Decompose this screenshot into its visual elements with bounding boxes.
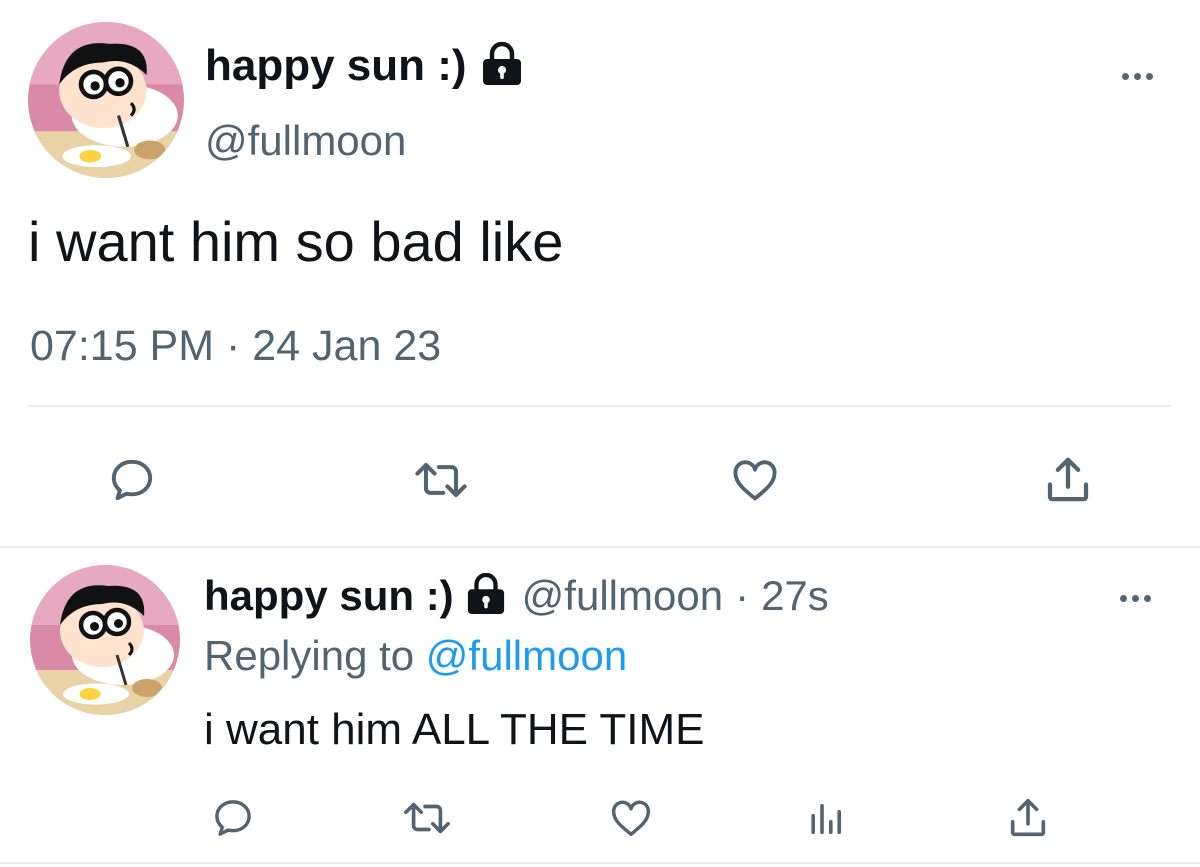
reply-avatar[interactable] xyxy=(30,565,180,715)
tweet-age[interactable]: 27s xyxy=(761,572,829,620)
retweet-icon xyxy=(404,802,450,834)
analytics-button[interactable] xyxy=(800,790,850,846)
author-handle[interactable]: @fullmoon xyxy=(522,572,723,620)
share-button[interactable] xyxy=(1035,448,1101,512)
avatar-image xyxy=(28,22,184,178)
author-row: happy sun :) xyxy=(205,38,523,94)
reply-author-row: happy sun :) @fullmoon · 27s xyxy=(204,570,829,622)
divider xyxy=(0,862,1200,864)
avatar[interactable] xyxy=(28,22,184,178)
divider xyxy=(0,546,1200,548)
reply-button[interactable] xyxy=(100,448,164,512)
replying-prefix: Replying to xyxy=(204,632,415,679)
replying-handle-link[interactable]: @fullmoon xyxy=(426,632,627,679)
separator-dot: · xyxy=(735,572,750,619)
reply-button[interactable] xyxy=(205,790,261,846)
share-button[interactable] xyxy=(1000,790,1056,846)
replying-to: Replying to @fullmoon xyxy=(204,630,627,682)
more-dots-icon[interactable] xyxy=(1122,66,1153,86)
avatar-image xyxy=(30,565,180,715)
lock-icon xyxy=(466,572,506,620)
like-button[interactable] xyxy=(722,448,788,512)
retweet-icon xyxy=(415,462,467,498)
lock-icon xyxy=(481,41,523,91)
like-icon xyxy=(733,460,777,501)
retweet-button[interactable] xyxy=(396,790,458,846)
like-button[interactable] xyxy=(602,790,660,846)
reply-icon xyxy=(111,459,153,501)
more-dots-icon[interactable] xyxy=(1120,588,1151,608)
tweet-timestamp[interactable]: 07:15 PM · 24 Jan 23 xyxy=(30,320,441,372)
display-name[interactable]: happy sun :) xyxy=(205,41,467,91)
author-handle[interactable]: @fullmoon xyxy=(205,116,406,166)
divider xyxy=(28,405,1171,407)
reply-text: i want him ALL THE TIME xyxy=(204,705,705,754)
analytics-icon xyxy=(811,804,841,834)
tweet-text: i want him so bad like xyxy=(28,210,564,273)
display-name[interactable]: happy sun :) xyxy=(204,572,454,620)
share-icon xyxy=(1010,798,1046,837)
retweet-button[interactable] xyxy=(406,448,476,512)
like-icon xyxy=(612,800,650,837)
share-icon xyxy=(1047,457,1089,502)
reply-icon xyxy=(215,800,251,836)
